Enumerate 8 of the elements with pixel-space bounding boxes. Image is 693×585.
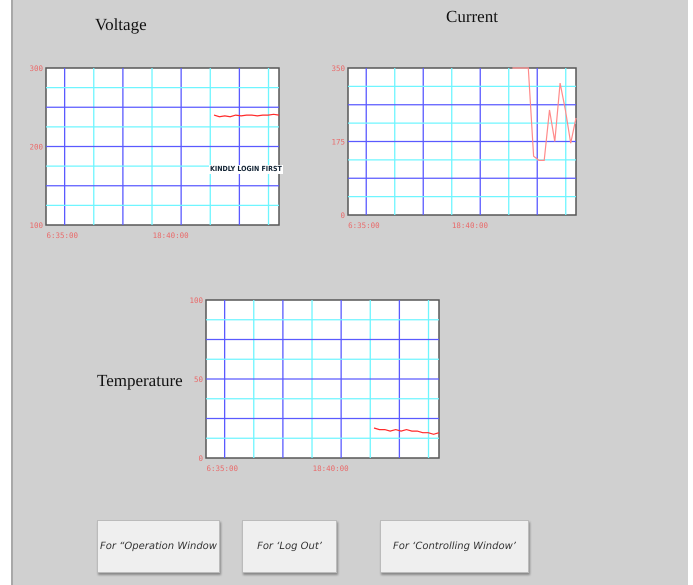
nav-button[interactable]: For “Operation Window [97, 520, 220, 573]
data-line [373, 427, 439, 435]
chart-title: Temperature [96, 370, 184, 392]
data-line [214, 114, 280, 118]
chart-title: Current [445, 6, 499, 26]
chart-title: Voltage [94, 14, 148, 34]
nav-button[interactable]: For ‘Log Out’ [242, 520, 337, 573]
nav-button[interactable]: For ‘Controlling Window’ [380, 520, 529, 573]
